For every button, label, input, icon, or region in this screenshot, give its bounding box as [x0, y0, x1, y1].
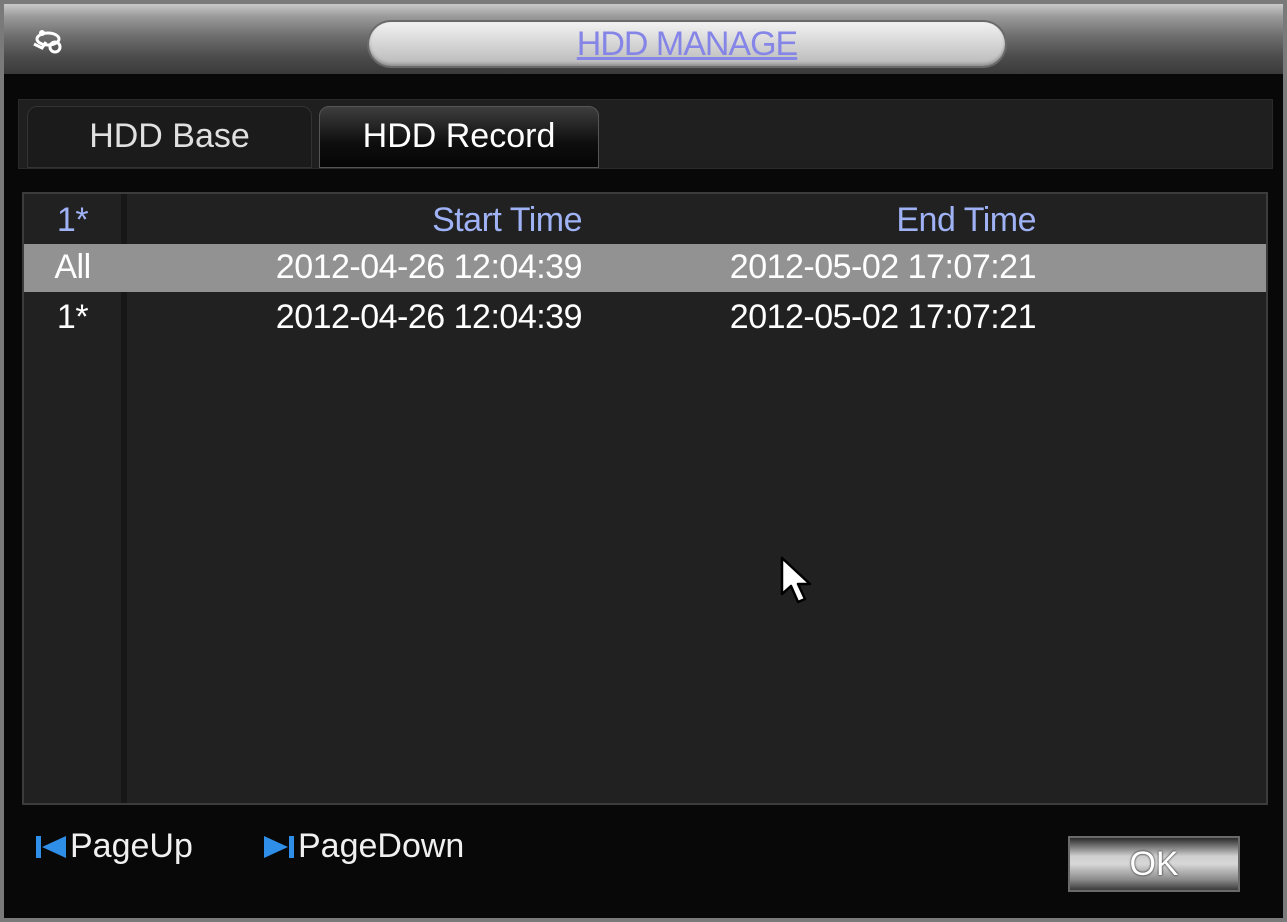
header-start-time: Start Time [432, 201, 582, 239]
page-down-icon [264, 836, 294, 859]
header-index[interactable]: 1* [24, 194, 121, 244]
ok-button[interactable]: OK [1068, 836, 1240, 892]
hdd-settings-icon [33, 30, 62, 54]
tab-bar: HDD Base HDD Record [18, 99, 1273, 169]
row-index: All [54, 248, 91, 286]
row-end-time: 2012-05-02 17:07:21 [729, 248, 1037, 286]
mouse-cursor-icon [780, 556, 812, 604]
record-table: 1* Start Time End Time All 2012-04-26 12… [22, 192, 1268, 805]
page-down-label: PageDown [298, 827, 465, 865]
header-end-time: End Time [896, 201, 1036, 239]
table-row-disk-1[interactable]: 1* 2012-04-26 12:04:39 2012-05-02 17:07:… [24, 294, 1266, 342]
page-up-label: PageUp [70, 827, 193, 865]
row-end-time: 2012-05-02 17:07:21 [729, 298, 1037, 336]
tab-hdd-base[interactable]: HDD Base [27, 106, 312, 168]
window-title: HDD MANAGE [576, 25, 798, 63]
row-start-time: 2012-04-26 12:04:39 [275, 248, 583, 286]
tab-hdd-record[interactable]: HDD Record [319, 106, 599, 168]
row-start-time: 2012-04-26 12:04:39 [275, 298, 583, 336]
page-up-button[interactable]: PageUp [34, 824, 193, 868]
title-bar: HDD MANAGE [4, 4, 1283, 74]
hdd-manage-window: HDD MANAGE HDD Base HDD Record 1* Start … [0, 0, 1287, 922]
page-down-button[interactable]: PageDown [262, 824, 464, 868]
table-row-all[interactable]: All 2012-04-26 12:04:39 2012-05-02 17:07… [24, 244, 1266, 292]
page-up-icon [36, 836, 66, 859]
row-index: 1* [56, 298, 89, 336]
title-pill: HDD MANAGE [369, 22, 1005, 66]
